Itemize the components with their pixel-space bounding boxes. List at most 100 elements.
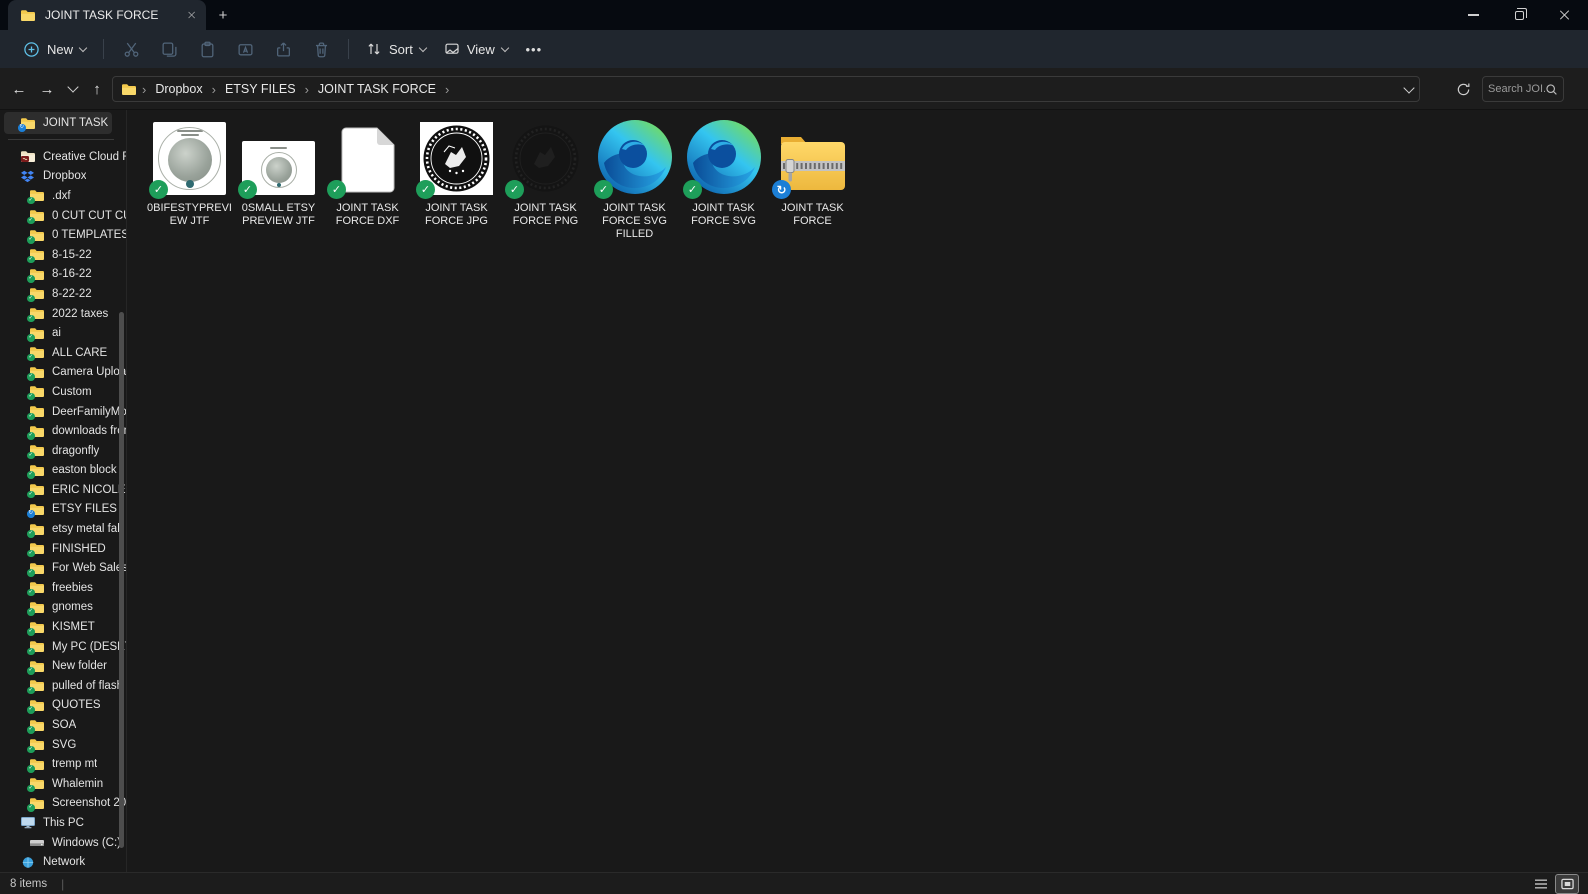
sidebar-item[interactable]: ✓dragonfly — [0, 441, 126, 461]
rename-button[interactable] — [226, 34, 264, 64]
share-button[interactable] — [264, 34, 302, 64]
cut-button[interactable] — [112, 34, 150, 64]
navigation-pane: ↻JOINT TASK FORCE Creative Cloud FiDropbo… — [0, 110, 127, 872]
sidebar-item[interactable]: ✓My PC (DESKTO — [0, 637, 126, 657]
sidebar-item[interactable]: ↻JOINT TASK FORCE — [4, 112, 112, 134]
sidebar-item[interactable]: ✓Whalemin — [0, 774, 126, 794]
sidebar-item[interactable]: Network — [0, 852, 126, 872]
tab-close-icon[interactable] — [188, 11, 197, 20]
new-button[interactable]: New — [14, 34, 95, 64]
file-item[interactable]: ↻ JOINT TASK FORCE — [768, 117, 857, 228]
sidebar-item[interactable]: ✓SVG — [0, 735, 126, 755]
search-box[interactable] — [1482, 76, 1564, 102]
synced-badge-icon: ✓ — [27, 569, 35, 577]
minimize-button[interactable] — [1450, 0, 1496, 30]
large-icons-view-button[interactable] — [1556, 875, 1578, 893]
address-dropdown-icon[interactable] — [1403, 82, 1414, 93]
synced-badge-icon: ✓ — [27, 589, 35, 597]
sidebar-item[interactable]: ✓ERIC NICOLE NI — [0, 480, 126, 500]
sidebar-item[interactable]: ✓New folder — [0, 656, 126, 676]
minimize-icon — [1468, 14, 1479, 15]
sidebar-item[interactable]: ↻ETSY FILES — [0, 500, 126, 520]
file-item[interactable]: ✓JOINT TASK FORCE JPG — [412, 117, 501, 228]
sidebar-item[interactable]: Dropbox — [0, 167, 126, 187]
file-item[interactable]: ✓ 0BIFESTYPREVIEW JTF — [145, 117, 234, 228]
sidebar-item[interactable]: ✓DeerFamilyMou — [0, 402, 126, 422]
breadcrumb-separator-icon: › — [212, 82, 216, 97]
sidebar-item[interactable]: ✓8-16-22 — [0, 265, 126, 285]
breadcrumb-item[interactable]: JOINT TASK FORCE — [314, 80, 440, 98]
sidebar-item[interactable]: This PC — [0, 813, 126, 833]
up-button[interactable]: ↑ — [84, 76, 110, 102]
synced-badge-icon: ✓ — [149, 180, 168, 199]
sidebar-item[interactable]: ✓freebies — [0, 578, 126, 598]
synced-badge-icon: ✓ — [27, 667, 35, 675]
sidebar-item[interactable]: ✓8-22-22 — [0, 284, 126, 304]
file-item[interactable]: ✓0SMALL ETSY PREVIEW JTF — [234, 117, 323, 228]
sync-pending-badge-icon: ↻ — [772, 180, 791, 199]
synced-badge-icon: ✓ — [27, 726, 35, 734]
sidebar-item[interactable]: ✓.dxf — [0, 186, 126, 206]
details-view-button[interactable] — [1530, 875, 1552, 893]
file-item[interactable]: ✓JOINT TASK FORCE PNG — [501, 117, 590, 228]
file-item[interactable]: ✓JOINT TASK FORCE SVG FILLED — [590, 117, 679, 241]
sidebar-item[interactable]: ✓SOA — [0, 715, 126, 735]
sidebar-item[interactable]: ✓downloads from — [0, 421, 126, 441]
search-icon[interactable] — [1545, 83, 1558, 96]
status-bar: 8 items | — [0, 872, 1588, 894]
sidebar-item[interactable]: ✓Camera Uploads — [0, 363, 126, 383]
sidebar-item[interactable]: ✓pulled of flash — [0, 676, 126, 696]
sidebar-item-label: ALL CARE — [52, 347, 107, 359]
sidebar-item-label: 8-15-22 — [52, 249, 92, 261]
details-view-icon — [1534, 878, 1548, 890]
sidebar-item[interactable]: ✓ALL CARE — [0, 343, 126, 363]
file-name: 0BIFESTYPREVIEW JTF — [145, 202, 234, 228]
sidebar-item[interactable]: ✓easton block — [0, 461, 126, 481]
sidebar-item[interactable]: Creative Cloud Fi — [0, 147, 126, 167]
sidebar-item[interactable]: ✓8-15-22 — [0, 245, 126, 265]
sidebar-item[interactable]: ✓Custom — [0, 382, 126, 402]
close-button[interactable] — [1542, 0, 1588, 30]
sidebar-item[interactable]: ✓tremp mt — [0, 754, 126, 774]
delete-button[interactable] — [302, 34, 340, 64]
sidebar-item[interactable]: ✓For Web Sales — [0, 558, 126, 578]
breadcrumb-item[interactable]: ETSY FILES — [221, 80, 300, 98]
sidebar-item[interactable]: ✓FINISHED — [0, 539, 126, 559]
back-button[interactable]: ← — [6, 76, 32, 102]
forward-button[interactable]: → — [34, 76, 60, 102]
restore-button[interactable] — [1496, 0, 1542, 30]
sidebar-item[interactable]: Windows (C:) — [0, 833, 126, 853]
file-item[interactable]: ✓JOINT TASK FORCE SVG — [679, 117, 768, 228]
sidebar-item[interactable]: ✓0 CUT CUT CUT — [0, 206, 126, 226]
new-tab-button[interactable]: + — [210, 3, 236, 27]
sidebar-scrollbar[interactable] — [119, 312, 124, 848]
sidebar-item[interactable]: ✓Screenshot 202 — [0, 794, 126, 814]
paste-button[interactable] — [188, 34, 226, 64]
recent-locations-button[interactable] — [60, 76, 86, 102]
synced-badge-icon: ✓ — [27, 785, 35, 793]
toolbar-divider — [348, 39, 349, 59]
file-item[interactable]: ✓JOINT TASK FORCE DXF — [323, 117, 412, 228]
view-button[interactable]: View — [435, 34, 517, 64]
search-input[interactable] — [1488, 83, 1545, 95]
copy-button[interactable] — [150, 34, 188, 64]
sidebar-item[interactable]: ✓KISMET — [0, 617, 126, 637]
sidebar-item[interactable]: ✓gnomes — [0, 598, 126, 618]
sidebar-item[interactable]: ✓ai — [0, 323, 126, 343]
sidebar-item[interactable]: ✓QUOTES — [0, 696, 126, 716]
status-divider: | — [61, 877, 64, 891]
sort-button[interactable]: Sort — [357, 34, 435, 64]
file-name: JOINT TASK FORCE — [768, 202, 857, 228]
sidebar-item-label: 8-16-22 — [52, 268, 92, 280]
address-bar[interactable]: ›Dropbox›ETSY FILES›JOINT TASK FORCE› — [112, 76, 1420, 102]
sidebar-item-label: gnomes — [52, 601, 93, 613]
refresh-button[interactable] — [1450, 76, 1476, 102]
sidebar-item[interactable]: ✓2022 taxes — [0, 304, 126, 324]
sidebar-item-label: DeerFamilyMou — [52, 406, 126, 418]
sidebar-item[interactable]: ✓etsy metal fab — [0, 519, 126, 539]
see-more-button[interactable]: ••• — [517, 34, 551, 64]
sidebar-item-label: dragonfly — [52, 445, 99, 457]
breadcrumb-item[interactable]: Dropbox — [151, 80, 206, 98]
explorer-tab[interactable]: JOINT TASK FORCE — [8, 0, 206, 30]
sidebar-item[interactable]: ✓0 TEMPLATES — [0, 225, 126, 245]
